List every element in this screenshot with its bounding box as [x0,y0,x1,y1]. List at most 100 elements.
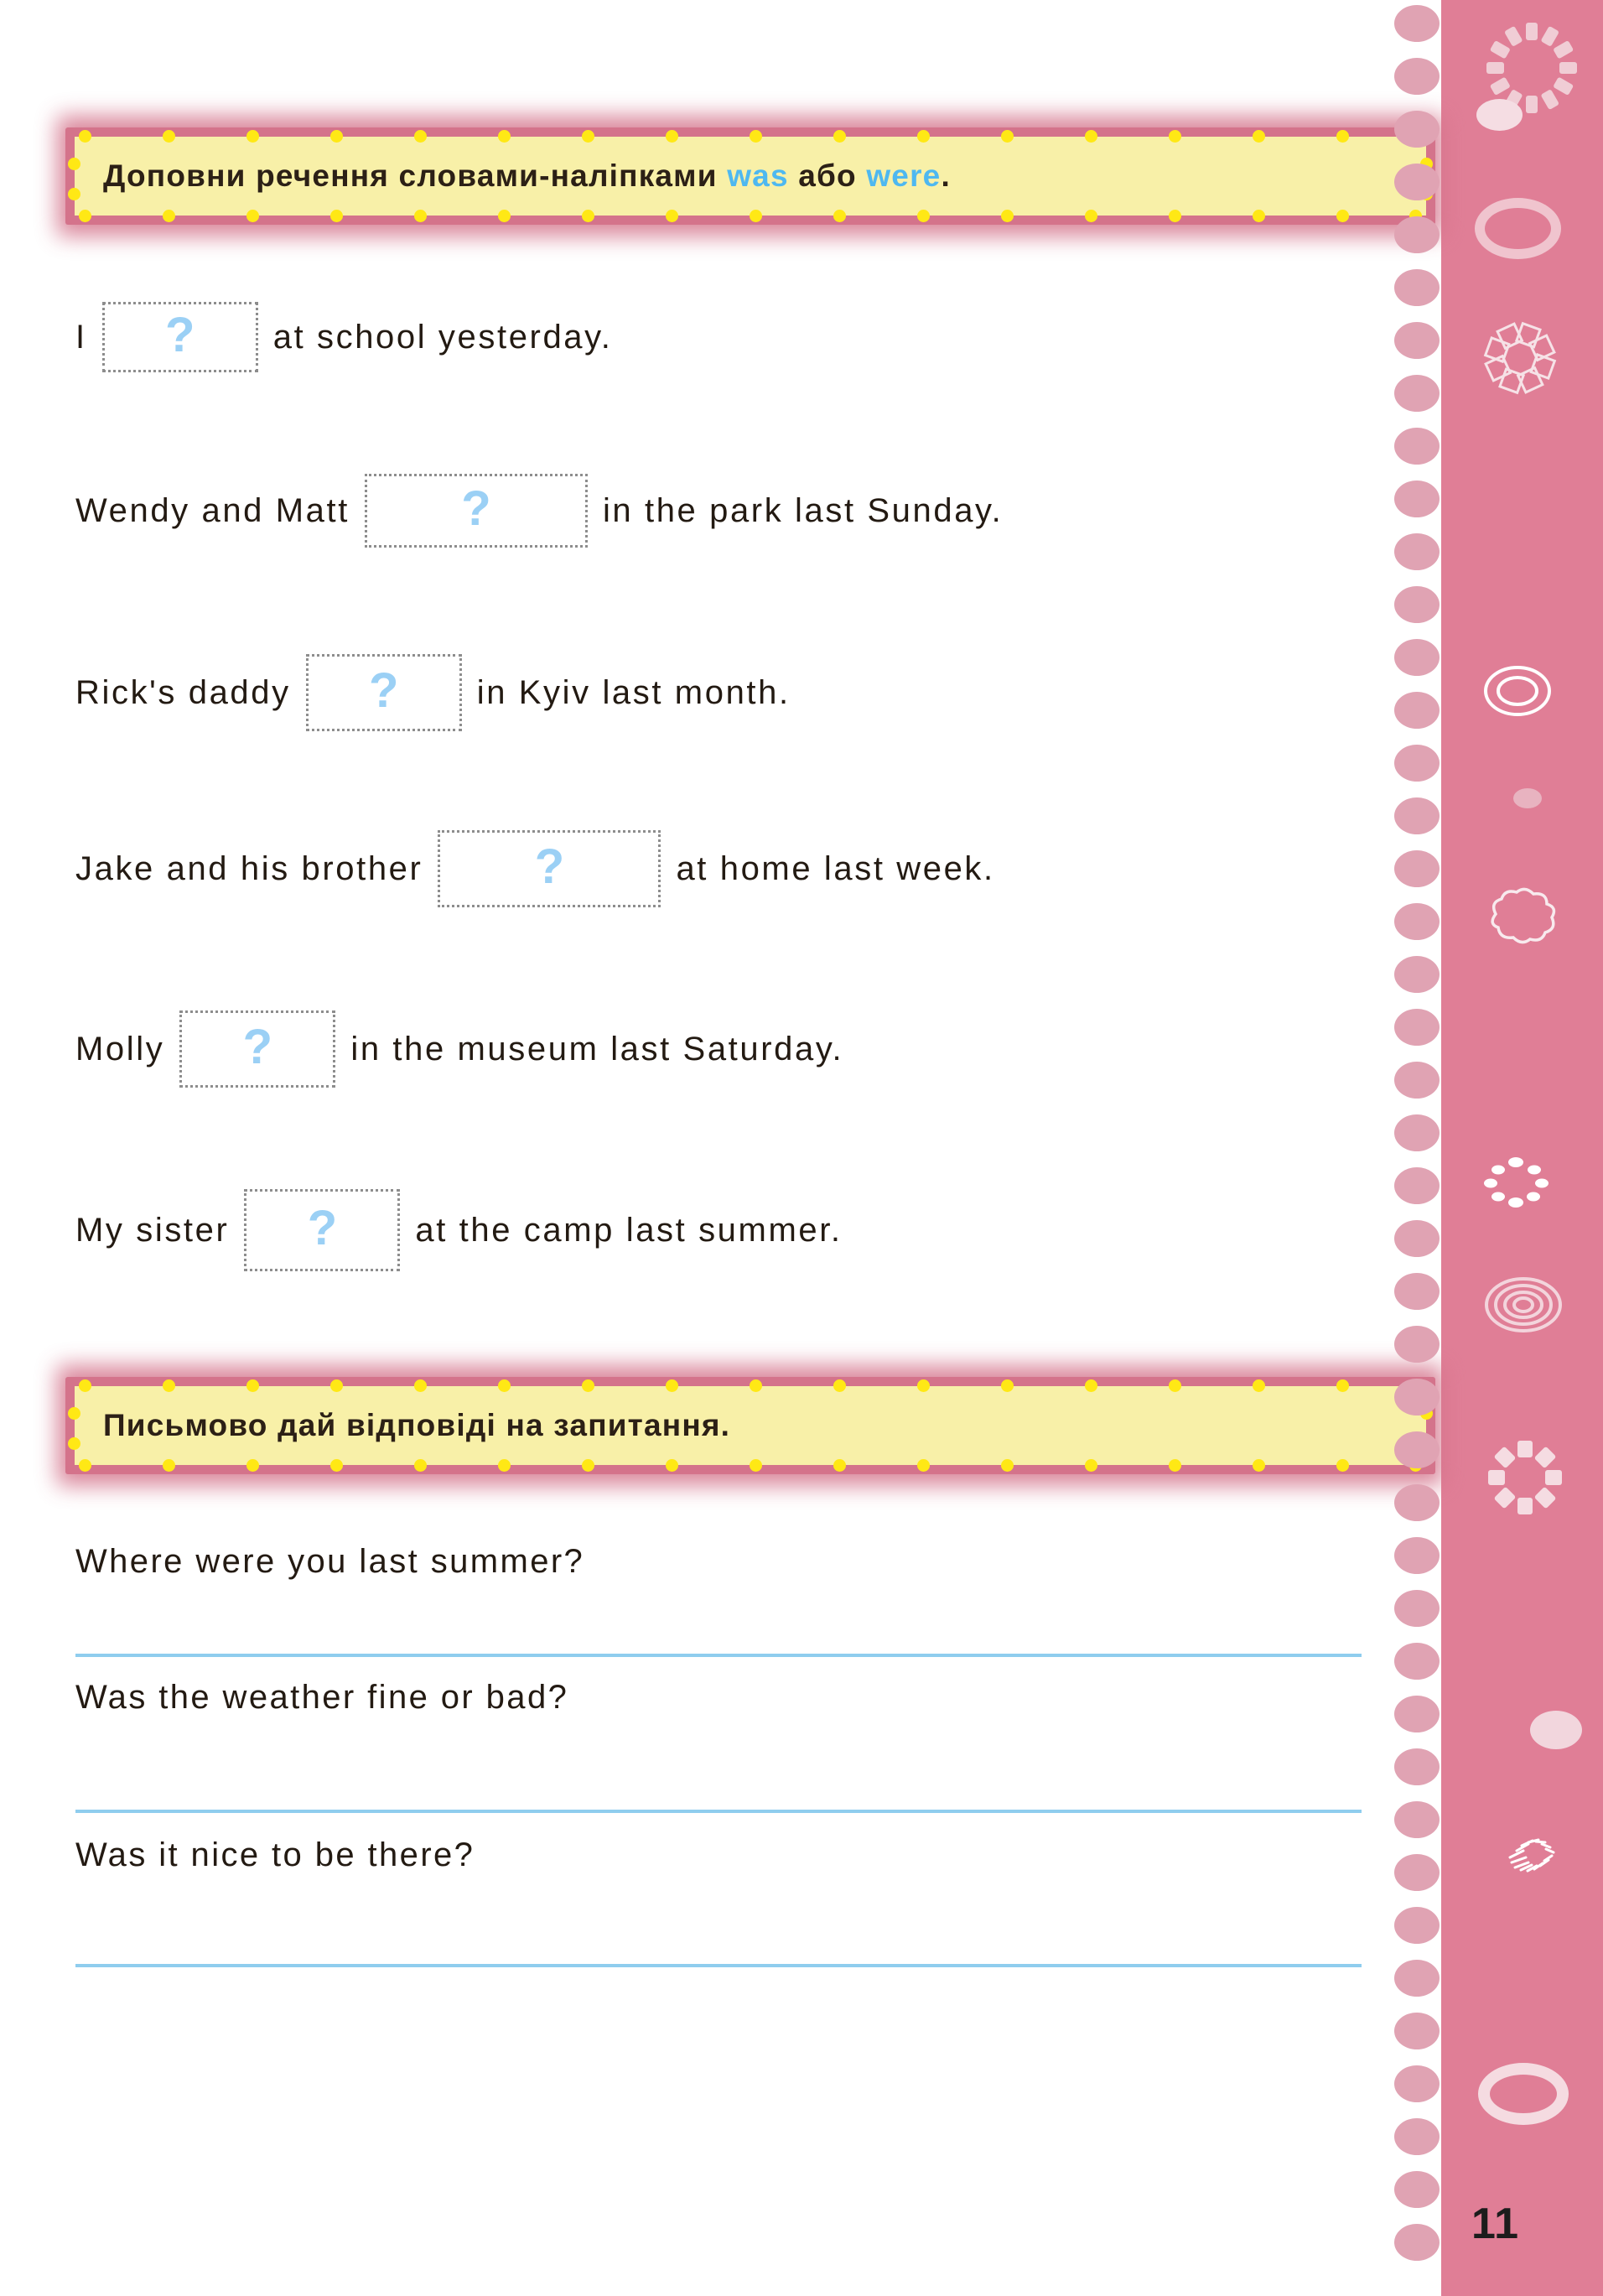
rail-dot [1394,375,1440,412]
rail-dot [1394,2065,1440,2102]
concentric-ellipse-icon [1484,666,1551,716]
sentence-row: My sister ? at the camp last summer. [75,1189,843,1271]
banner-dot [163,1379,175,1392]
banner-dot [1253,130,1265,143]
instruction-middle: або [788,158,867,193]
answer-blank[interactable]: ? [364,474,588,548]
banner-dot [163,1459,175,1472]
banner-dot [1001,1459,1014,1472]
task2-instruction-banner: Письмово дай відповіді на запитання. [57,1365,1444,1486]
banner-dot [1336,1459,1349,1472]
rail-dot [1394,1484,1440,1521]
sentence-before: My sister [75,1211,230,1249]
rail-dot [1394,1643,1440,1680]
banner-dot [414,1379,427,1392]
banner-dot [246,1379,259,1392]
question-mark-placeholder: ? [307,1201,338,1255]
rail-dot [1394,745,1440,782]
rail-dot [1394,1273,1440,1310]
sentence-row: I ? at school yesterday. [75,302,613,372]
worksheet-page: 11 Доповни речення словами-наліпками was… [0,0,1603,2296]
sentence-after: at the camp last summer. [415,1211,843,1249]
question-text: Was it nice to be there? [75,1836,475,1873]
rail-dot [1394,1537,1440,1574]
answer-blank[interactable]: ? [244,1189,401,1271]
banner-dot [330,130,343,143]
banner-dot [498,130,511,143]
task1-instruction-text: Доповни речення словами-наліпками was аб… [103,158,951,194]
cloud-blob-icon [1491,887,1556,944]
rail-dot [1394,1960,1440,1997]
sentence-after: at home last week. [676,849,995,887]
banner-dot [79,210,91,222]
question-mark-placeholder: ? [369,663,399,718]
banner-dot [1001,130,1014,143]
ring-outline-shape [1475,198,1561,259]
page-number: 11 [1471,2200,1519,2248]
large-ellipse-shape [1530,1711,1582,1749]
rail-dot [1394,322,1440,359]
answer-blank[interactable]: ? [305,654,462,731]
answer-line[interactable] [75,1654,1362,1657]
banner-dot [750,130,762,143]
banner-dot [163,130,175,143]
question-mark-placeholder: ? [461,481,491,536]
banner-dot [68,1437,80,1450]
banner-dot [666,130,678,143]
rail-dot [1394,428,1440,465]
banner-dot [582,1459,594,1472]
sentence-row: Wendy and Matt ? in the park last Sunday… [75,474,1003,548]
rail-dot [1394,1062,1440,1099]
diamond-star-icon [1483,321,1557,395]
rail-dot [1394,1009,1440,1046]
banner-dot [498,210,511,222]
sentence-before: Wendy and Matt [75,491,350,529]
answer-blank[interactable]: ? [438,830,661,907]
rail-dot [1394,1801,1440,1838]
rail-dot [1394,1379,1440,1416]
answer-line[interactable] [75,1964,1362,1967]
banner-dot [68,1407,80,1420]
banner-dot [79,130,91,143]
task2-instruction-text: Письмово дай відповіді на запитання. [103,1408,731,1442]
sentence-row: Molly ? in the museum last Saturday. [75,1010,843,1088]
rail-dot [1394,956,1440,993]
sentence-before: Molly [75,1030,165,1067]
answer-line[interactable] [75,1810,1362,1813]
banner-dot [666,1459,678,1472]
bottom-ring-shape [1478,2063,1569,2125]
banner-dot [68,188,80,200]
banner-dot [1169,1459,1181,1472]
banner-dot [1336,130,1349,143]
answer-blank[interactable]: ? [179,1010,336,1088]
rail-dot [1394,2171,1440,2208]
banner-dot [163,210,175,222]
banner-dot [1253,1379,1265,1392]
banner-dot [1253,1459,1265,1472]
banner-dot [414,210,427,222]
banner-dot [917,1379,930,1392]
banner-dot [1085,1459,1097,1472]
banner-dot [330,1379,343,1392]
answer-blank[interactable]: ? [101,302,258,372]
question-text: Was the weather fine or bad? [75,1679,569,1716]
rail-dot [1394,480,1440,517]
pinwheel-strokes-icon [1508,1838,1555,1873]
rail-dot [1394,269,1440,306]
banner-frame: Доповни речення словами-наліпками was аб… [65,127,1435,225]
sentence-row: Rick's daddy ? in Kyiv last month. [75,654,791,731]
banner-dot [917,210,930,222]
sentence-before: Rick's daddy [75,673,291,711]
sentence-after: in the park last Sunday. [602,491,1004,529]
ripple-rings-icon [1485,1277,1562,1332]
filled-ellipse-shape [1476,99,1523,131]
banner-dot [246,210,259,222]
sentence-after: in Kyiv last month. [476,673,791,711]
banner-dot [917,130,930,143]
rail-dot [1394,1696,1440,1732]
banner-dot [414,130,427,143]
rail-dot [1394,639,1440,676]
banner-dot [666,210,678,222]
small-dot-shape [1513,788,1542,808]
banner-frame: Письмово дай відповіді на запитання. [65,1377,1435,1474]
